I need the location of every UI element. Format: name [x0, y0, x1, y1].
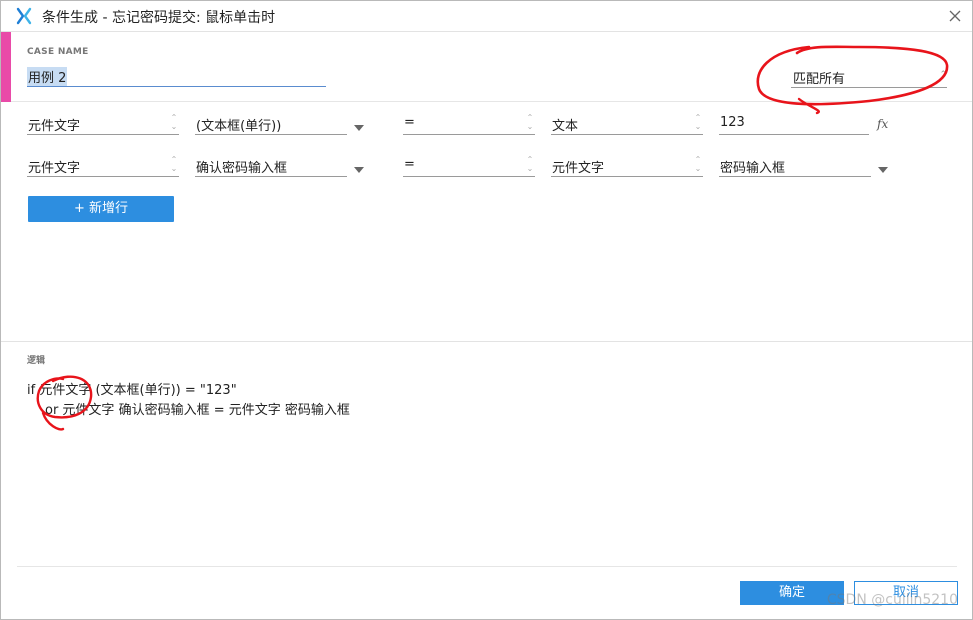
condition-builder-dialog: 条件生成 - 忘记密码提交: 鼠标单击时 CASE NAME 用例 2 匹配所有…	[0, 0, 973, 620]
spinner-arrows-icon: ⌃ ⌄	[526, 155, 534, 173]
logic-section: 逻辑 if 元件文字 (文本框(单行)) = "123" or 元件文字 确认密…	[1, 341, 972, 566]
condition-value-select[interactable]: 密码输入框	[719, 155, 871, 177]
case-name-input[interactable]	[27, 66, 326, 87]
caret-down-icon[interactable]	[353, 122, 365, 134]
spinner-arrows-icon: ⌃ ⌄	[170, 155, 178, 173]
condition-value: 密码输入框	[720, 161, 786, 176]
match-mode-select[interactable]: 匹配所有 ⌃	[791, 64, 947, 88]
chevron-up-icon: ⌃	[939, 70, 947, 80]
spinner-arrows-icon: ⌃ ⌄	[170, 113, 178, 131]
spinner-arrows-icon: ⌃ ⌄	[694, 113, 702, 131]
function-fx-icon[interactable]: fx	[877, 117, 891, 133]
case-name-section: CASE NAME 用例 2 匹配所有 ⌃	[1, 32, 972, 102]
condition-object-select[interactable]: 确认密码输入框	[195, 155, 347, 177]
case-name-label: CASE NAME	[27, 47, 89, 57]
caret-down-icon[interactable]	[353, 164, 365, 176]
close-icon[interactable]	[946, 7, 964, 25]
dialog-title: 条件生成 - 忘记密码提交: 鼠标单击时	[42, 10, 276, 26]
condition-row: 元件文字 ⌃ ⌄ 确认密码输入框 = ⌃ ⌄ 元件文字 ⌃ ⌄ 密码输入框	[1, 153, 972, 193]
axure-x-icon	[16, 7, 32, 25]
condition-value-input[interactable]: 123	[719, 113, 869, 135]
match-mode-value: 匹配所有	[793, 72, 846, 87]
condition-target-select[interactable]: 元件文字 ⌃ ⌄	[27, 113, 179, 135]
title-bar: 条件生成 - 忘记密码提交: 鼠标单击时	[1, 1, 972, 32]
spinner-arrows-icon: ⌃ ⌄	[694, 155, 702, 173]
condition-operator-select[interactable]: = ⌃ ⌄	[403, 155, 535, 177]
ok-button[interactable]: 确定	[740, 581, 844, 605]
condition-object-value: (文本框(单行))	[196, 119, 282, 134]
spinner-arrows-icon: ⌃ ⌄	[526, 113, 534, 131]
condition-target-value: 元件文字	[28, 161, 81, 176]
caret-down-icon[interactable]	[877, 164, 889, 176]
logic-line: or 元件文字 确认密码输入框 = 元件文字 密码输入框	[45, 403, 350, 418]
footer-divider	[17, 566, 957, 567]
condition-target-value: 元件文字	[28, 119, 81, 134]
condition-row: 元件文字 ⌃ ⌄ (文本框(单行)) = ⌃ ⌄ 文本 ⌃ ⌄ 123 fx	[1, 111, 972, 151]
add-row-button[interactable]: + 新增行	[28, 196, 174, 222]
condition-value-type-select[interactable]: 元件文字 ⌃ ⌄	[551, 155, 703, 177]
logic-label: 逻辑	[27, 356, 46, 366]
condition-value-type-value: 文本	[552, 119, 579, 134]
condition-value-type-value: 元件文字	[552, 161, 605, 176]
cancel-button[interactable]: 取消	[854, 581, 958, 605]
condition-object-value: 确认密码输入框	[196, 161, 288, 176]
condition-operator-value: =	[404, 157, 415, 172]
condition-value-type-select[interactable]: 文本 ⌃ ⌄	[551, 113, 703, 135]
condition-target-select[interactable]: 元件文字 ⌃ ⌄	[27, 155, 179, 177]
condition-value: 123	[720, 115, 745, 130]
condition-object-select[interactable]: (文本框(单行))	[195, 113, 347, 135]
condition-operator-select[interactable]: = ⌃ ⌄	[403, 113, 535, 135]
case-name-value[interactable]: 用例 2	[27, 67, 68, 86]
accent-bar	[1, 32, 11, 102]
logic-line: if 元件文字 (文本框(单行)) = "123"	[27, 383, 237, 398]
condition-operator-value: =	[404, 115, 415, 130]
